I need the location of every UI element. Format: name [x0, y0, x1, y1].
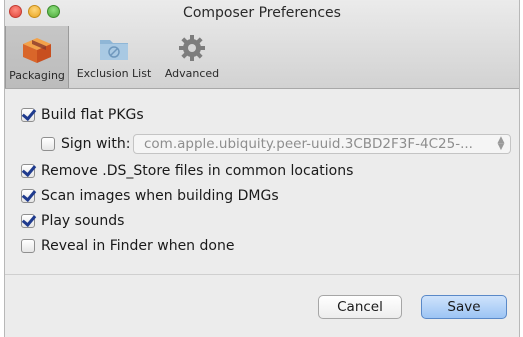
- folder-icon: [100, 40, 128, 60]
- separator: [5, 274, 519, 275]
- sign-with-checkbox[interactable]: [41, 137, 55, 151]
- preferences-content: Build flat PKGs Sign with: com.apple.ubi…: [5, 89, 519, 273]
- scan-images-option[interactable]: Scan images when building DMGs: [21, 188, 279, 204]
- window-title: Composer Preferences: [183, 5, 341, 21]
- toolbar-tabs: Packaging Exclusion List Advanced: [5, 26, 225, 88]
- tab-packaging[interactable]: Packaging: [5, 26, 69, 88]
- play-sounds-label: Play sounds: [41, 213, 125, 229]
- tab-exclusion-list[interactable]: Exclusion List: [69, 26, 159, 84]
- signing-identity-value: com.apple.ubiquity.peer-uuid.3CBD2F3F-4C…: [144, 136, 473, 152]
- play-sounds-checkbox[interactable]: [21, 214, 35, 228]
- sign-with-label: Sign with:: [61, 136, 131, 152]
- save-button[interactable]: Save: [421, 295, 507, 319]
- remove-ds-store-checkbox[interactable]: [21, 164, 35, 178]
- remove-ds-store-label: Remove .DS_Store files in common locatio…: [41, 163, 354, 179]
- package-icon: [23, 38, 51, 63]
- tab-label: Advanced: [164, 67, 220, 80]
- scan-images-checkbox[interactable]: [21, 189, 35, 203]
- build-flat-pkgs-option[interactable]: Build flat PKGs: [21, 107, 144, 123]
- build-flat-pkgs-label: Build flat PKGs: [41, 107, 144, 123]
- tab-advanced[interactable]: Advanced: [159, 26, 225, 84]
- tab-label: Exclusion List: [76, 67, 152, 80]
- signing-identity-popup[interactable]: com.apple.ubiquity.peer-uuid.3CBD2F3F-4C…: [133, 134, 511, 154]
- reveal-in-finder-option[interactable]: Reveal in Finder when done: [21, 238, 234, 254]
- scan-images-label: Scan images when building DMGs: [41, 188, 279, 204]
- tab-label: Packaging: [9, 69, 65, 82]
- gear-icon: [179, 35, 205, 61]
- title-bar: Composer Preferences Packaging Exclusion…: [5, 0, 519, 89]
- sign-with-option[interactable]: Sign with:: [41, 136, 130, 152]
- build-flat-pkgs-checkbox[interactable]: [21, 108, 35, 122]
- cancel-button[interactable]: Cancel: [318, 295, 402, 319]
- play-sounds-option[interactable]: Play sounds: [21, 213, 124, 229]
- reveal-in-finder-label: Reveal in Finder when done: [41, 238, 235, 254]
- reveal-in-finder-checkbox[interactable]: [21, 239, 35, 253]
- remove-ds-store-option[interactable]: Remove .DS_Store files in common locatio…: [21, 163, 353, 179]
- preferences-window: Composer Preferences Packaging Exclusion…: [4, 0, 520, 337]
- chevron-updown-icon: ▲ ▼: [497, 135, 505, 152]
